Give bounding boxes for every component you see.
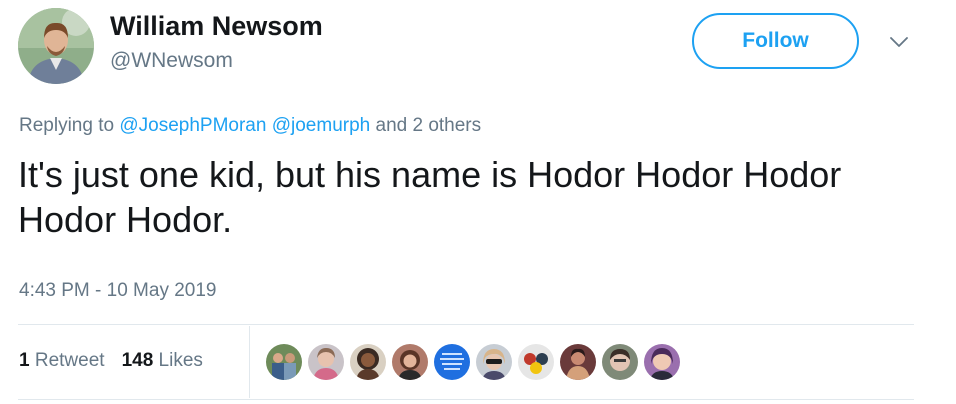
likes-count-label: Likes bbox=[158, 350, 203, 371]
liker-avatar[interactable] bbox=[308, 344, 344, 380]
stats-divider-bottom bbox=[18, 399, 914, 400]
liker-avatar[interactable] bbox=[518, 344, 554, 380]
likes-count-number: 148 bbox=[121, 350, 154, 371]
retweet-count[interactable]: 1 Retweet bbox=[19, 350, 105, 372]
liker-avatar[interactable] bbox=[266, 344, 302, 380]
liker-avatar[interactable] bbox=[560, 344, 596, 380]
chevron-down-icon bbox=[890, 36, 908, 47]
stats-divider-top bbox=[18, 324, 914, 325]
liker-avatars bbox=[266, 344, 686, 380]
liker-avatar[interactable] bbox=[476, 344, 512, 380]
tweet-stats: 1 Retweet 148 Likes bbox=[19, 350, 220, 372]
liker-avatar[interactable] bbox=[350, 344, 386, 380]
mention-link[interactable]: @JosephPMoran bbox=[119, 115, 266, 136]
author-display-name[interactable]: William Newsom bbox=[110, 11, 323, 42]
tweet-text: It's just one kid, but his name is Hodor… bbox=[18, 154, 842, 240]
liker-avatar[interactable] bbox=[644, 344, 680, 380]
reply-context-prefix: Replying to bbox=[19, 115, 115, 136]
reply-context: Replying to @JosephPMoran @joemurph and … bbox=[19, 115, 481, 137]
more-options-button[interactable] bbox=[886, 33, 912, 51]
retweet-count-label: Retweet bbox=[34, 350, 105, 371]
tweet-timestamp[interactable]: 4:43 PM - 10 May 2019 bbox=[19, 280, 217, 302]
liker-avatar[interactable] bbox=[392, 344, 428, 380]
follow-button[interactable]: Follow bbox=[692, 13, 859, 69]
author-avatar[interactable] bbox=[18, 8, 94, 84]
reply-context-others[interactable]: and 2 others bbox=[376, 115, 482, 136]
stats-vertical-divider bbox=[249, 326, 250, 398]
likes-count[interactable]: 148 Likes bbox=[122, 350, 203, 372]
liker-avatar[interactable] bbox=[602, 344, 638, 380]
liker-avatar[interactable] bbox=[434, 344, 470, 380]
author-handle[interactable]: @WNewsom bbox=[110, 49, 233, 73]
mention-link[interactable]: @joemurph bbox=[272, 115, 371, 136]
retweet-count-number: 1 bbox=[19, 350, 30, 371]
